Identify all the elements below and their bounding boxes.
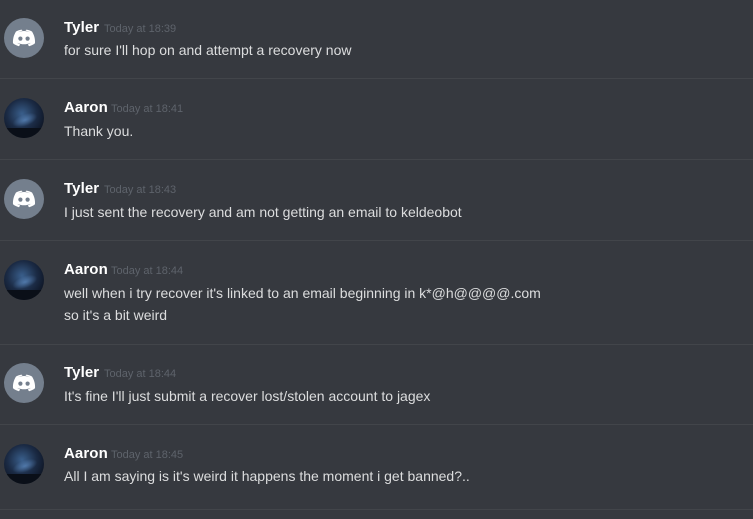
author-name[interactable]: Tyler bbox=[64, 180, 99, 197]
message-divider bbox=[0, 240, 753, 241]
message-text: for sure I'll hop on and attempt a recov… bbox=[64, 42, 352, 58]
avatar[interactable] bbox=[4, 18, 44, 58]
author-name[interactable]: Aaron bbox=[64, 445, 108, 462]
message-text: well when i try recover it's linked to a… bbox=[64, 285, 541, 301]
discord-logo-icon bbox=[12, 190, 36, 208]
message-text: It's fine I'll just submit a recover los… bbox=[64, 388, 431, 404]
author-name[interactable]: Tyler bbox=[64, 19, 99, 36]
message-divider bbox=[0, 159, 753, 160]
avatar[interactable] bbox=[4, 98, 44, 138]
message-divider bbox=[0, 424, 753, 425]
timestamp: Today at 18:44 bbox=[111, 265, 184, 277]
discord-logo-icon bbox=[12, 374, 36, 392]
avatar[interactable] bbox=[4, 444, 44, 484]
timestamp: Today at 18:41 bbox=[111, 103, 184, 115]
message-text: All I am saying is it's weird it happens… bbox=[64, 468, 470, 484]
author-name[interactable]: Aaron bbox=[64, 261, 108, 278]
timestamp: Today at 18:44 bbox=[104, 368, 177, 380]
discord-logo-icon bbox=[12, 29, 36, 47]
timestamp: Today at 18:45 bbox=[111, 449, 184, 461]
message-text: so it's a bit weird bbox=[64, 307, 168, 323]
message-divider bbox=[0, 344, 753, 345]
message-divider bbox=[0, 78, 753, 79]
timestamp: Today at 18:43 bbox=[104, 184, 177, 196]
avatar[interactable] bbox=[4, 179, 44, 219]
message-list: Tyler Today at 18:39 for sure I'll hop o… bbox=[0, 0, 753, 519]
message-text: I just sent the recovery and am not gett… bbox=[64, 204, 462, 220]
avatar[interactable] bbox=[4, 260, 44, 300]
message-divider bbox=[0, 509, 753, 510]
avatar[interactable] bbox=[4, 363, 44, 403]
message-text: Thank you. bbox=[64, 123, 134, 139]
author-name[interactable]: Tyler bbox=[64, 364, 99, 381]
timestamp: Today at 18:39 bbox=[104, 23, 177, 35]
author-name[interactable]: Aaron bbox=[64, 99, 108, 116]
